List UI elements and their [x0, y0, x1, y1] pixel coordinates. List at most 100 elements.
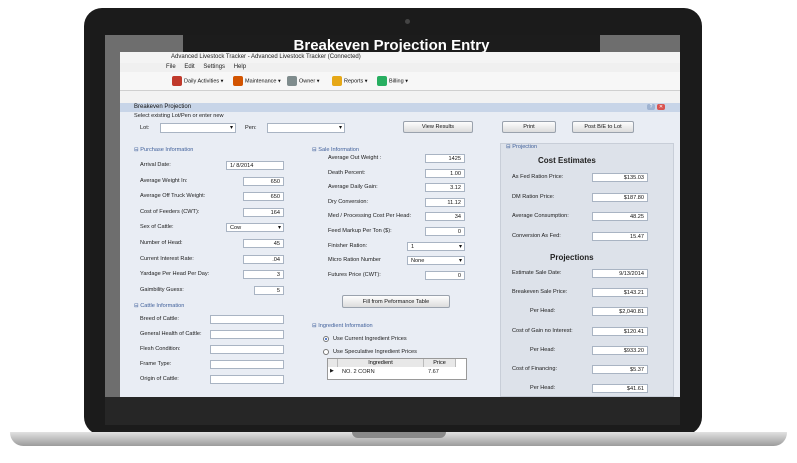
post-button[interactable]: Post B/E to Lot	[572, 121, 634, 133]
menu-settings[interactable]: Settings	[203, 64, 225, 70]
cattle-field-input[interactable]	[210, 330, 284, 339]
sale-field-input[interactable]: 0	[425, 270, 465, 280]
projection-value: $41.61	[592, 384, 648, 394]
cost-estimate-value: $135.03	[592, 173, 648, 182]
calendar-icon	[172, 76, 182, 86]
death-percent-stepper[interactable]: 1.00	[425, 168, 465, 178]
current-prices-radio[interactable]	[323, 336, 329, 342]
view-results-button[interactable]: View Results	[403, 121, 473, 133]
sale-field-input[interactable]: 0	[425, 227, 465, 236]
laptop-screen: Breakeven Projection Entry Advanced Live…	[105, 35, 680, 397]
sale-field-label: Death Percent:	[328, 169, 366, 176]
gaimbility-stepper[interactable]: 5	[254, 285, 284, 295]
cattle-field-label: General Health of Cattle:	[140, 331, 202, 337]
grid-cell-price[interactable]: 7.67	[428, 369, 439, 375]
purchase-field-label: Number of Head:	[140, 240, 183, 246]
cost-estimate-label: Conversion As Fed:	[512, 232, 561, 239]
lot-select[interactable]	[160, 123, 236, 133]
help-icon[interactable]: ?	[647, 104, 655, 110]
purchase-field-input[interactable]: 650	[243, 192, 284, 202]
toolbar-owner[interactable]: Owner ▾	[287, 76, 320, 86]
finisher-ration-select[interactable]: 1	[407, 241, 465, 251]
sex-of-cattle-select[interactable]: Cow	[226, 223, 284, 233]
purchase-field-label: Cost of Feeders (CWT):	[140, 208, 200, 215]
dialog-title: Breakeven Projection	[120, 103, 680, 112]
purchase-field-label: Current Interest Rate:	[140, 255, 194, 262]
projection-label: Per Head:	[530, 346, 556, 353]
projection-label: Per Head:	[530, 385, 556, 392]
purchase-field-label: Yardage Per Head Per Day:	[140, 271, 210, 278]
cattle-field-label: Breed of Cattle:	[140, 316, 179, 322]
projection-label: Estimate Sale Date:	[512, 270, 562, 276]
projection-section-title[interactable]: ⊟ Projection	[506, 144, 537, 150]
menu-bar: File Edit Settings Help	[120, 63, 680, 72]
pen-select[interactable]	[267, 123, 345, 133]
micro-ration-select[interactable]: None	[407, 256, 465, 266]
toolbar-billing[interactable]: Billing ▾	[377, 76, 408, 86]
projection-value: $120.41	[592, 326, 648, 336]
purchase-field-input[interactable]: 45	[243, 239, 284, 248]
cattle-field-input[interactable]	[210, 360, 284, 369]
cattle-field-input[interactable]	[210, 375, 284, 384]
sale-field-label: Dry Conversion:	[328, 198, 369, 205]
speculative-prices-radio[interactable]	[323, 349, 329, 355]
cost-estimate-label: As Fed Ration Price:	[512, 174, 564, 180]
ingredient-section-title[interactable]: ⊟ Ingredient Information	[312, 323, 373, 329]
window-title: Advanced Livestock Tracker - Advanced Li…	[120, 52, 680, 63]
toolbar-daily-activities[interactable]: Daily Activities ▾	[172, 76, 223, 86]
cost-estimate-label: Average Consumption:	[512, 213, 569, 219]
row-pointer-icon: ▶	[330, 368, 334, 374]
grid-cell-ingredient[interactable]: NO. 2 CORN	[342, 369, 375, 375]
menu-edit[interactable]: Edit	[184, 64, 194, 70]
menu-help[interactable]: Help	[234, 64, 246, 70]
sale-field-label: Micro Ration Number	[328, 257, 381, 264]
cost-estimate-value: 48.25	[592, 212, 648, 221]
cattle-field-input[interactable]	[210, 315, 284, 324]
purchase-field-input[interactable]: 3	[243, 270, 284, 280]
purchase-field-input[interactable]: .04	[243, 254, 284, 264]
fill-from-performance-button[interactable]: Fill from Peformance Table	[342, 295, 450, 308]
cattle-field-label: Frame Type:	[140, 361, 172, 367]
purchase-field-label: Sex of Cattle:	[140, 224, 174, 231]
close-icon[interactable]: ✕	[657, 104, 665, 110]
purchase-section-title[interactable]: ⊟ Purchase Information	[134, 147, 193, 153]
camera-icon	[405, 19, 410, 24]
lot-label: Lot:	[140, 125, 150, 131]
ledger-icon	[287, 76, 297, 86]
projection-label: Per Head:	[530, 308, 556, 315]
sale-field-input[interactable]: 1425	[425, 154, 465, 163]
menu-file[interactable]: File	[166, 64, 176, 70]
sale-section-title[interactable]: ⊟ Sale Information	[312, 147, 359, 153]
projection-label: Cost of Gain no Interest:	[512, 327, 573, 334]
grid-header-price: Price	[424, 359, 456, 367]
projections-title: Projections	[550, 253, 594, 262]
projection-label: Cost of Financing:	[512, 366, 558, 372]
screen-bottom-bar	[105, 397, 680, 425]
pen-label: Pen:	[245, 125, 257, 131]
laptop-notch	[352, 432, 446, 438]
sale-field-input[interactable]: 11.12	[425, 197, 465, 207]
print-button[interactable]: Print	[502, 121, 556, 133]
grid-header-ingredient: Ingredient	[338, 359, 424, 367]
sale-field-input[interactable]: 3.12	[425, 183, 465, 193]
sale-field-label: Feed Markup Per Ton ($):	[328, 228, 392, 234]
purchase-field-label: Arrival Date:	[140, 162, 171, 168]
cattle-field-label: Flesh Condition:	[140, 346, 181, 352]
projection-value: $5.37	[592, 365, 648, 374]
sale-field-label: Med / Processing Cost Per Head:	[328, 213, 412, 220]
purchase-field-input[interactable]: 164	[243, 207, 284, 217]
purchase-field-input[interactable]: 650	[243, 176, 284, 186]
cost-estimate-value: 15.47	[592, 231, 648, 241]
sale-field-label: Finisher Ration:	[328, 242, 368, 249]
arrival-date-picker[interactable]: 1/ 8/2014	[226, 161, 284, 170]
sale-field-label: Average Daily Gain:	[328, 184, 378, 191]
cattle-field-input[interactable]	[210, 345, 284, 354]
toolbar-reports[interactable]: Reports ▾	[332, 76, 368, 86]
projection-label: Breakeven Sale Price:	[512, 289, 568, 296]
cattle-field-label: Origin of Cattle:	[140, 376, 179, 382]
purchase-field-label: Average Off Truck Weight:	[140, 193, 206, 200]
projection-value: $933.20	[592, 345, 648, 355]
sale-field-input[interactable]: 34	[425, 212, 465, 222]
cattle-section-title[interactable]: ⊟ Cattle Information	[134, 303, 184, 309]
toolbar-maintenance[interactable]: Maintenance ▾	[233, 76, 281, 86]
